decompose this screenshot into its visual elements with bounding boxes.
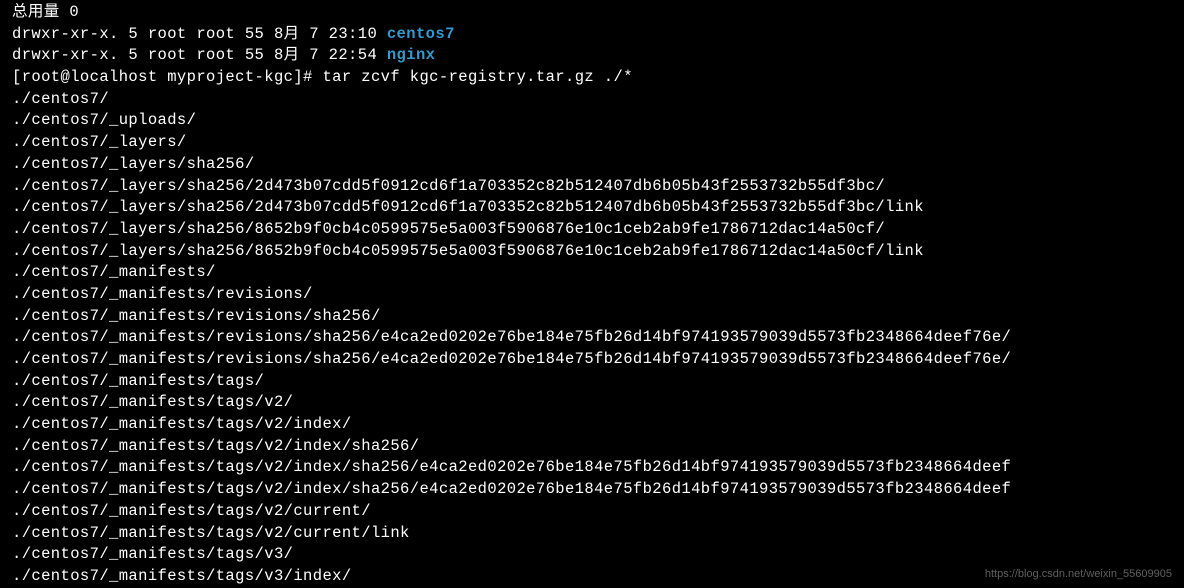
tar-output-line: ./centos7/_layers/sha256/8652b9f0cb4c059… <box>12 241 1172 263</box>
ls-permissions: drwxr-xr-x. 5 root root 55 8月 7 23:10 <box>12 25 387 43</box>
tar-output-line: ./centos7/_uploads/ <box>12 110 1172 132</box>
tar-output-line: ./centos7/ <box>12 89 1172 111</box>
tar-output-line: ./centos7/_manifests/revisions/sha256/e4… <box>12 349 1172 371</box>
tar-output-line: ./centos7/_manifests/tags/v2/index/sha25… <box>12 479 1172 501</box>
tar-output-line: ./centos7/_manifests/ <box>12 262 1172 284</box>
tar-output-line: ./centos7/_manifests/tags/v2/ <box>12 392 1172 414</box>
tar-output-line: ./centos7/_layers/sha256/8652b9f0cb4c059… <box>12 219 1172 241</box>
tar-output-line: ./centos7/_manifests/tags/v2/index/sha25… <box>12 457 1172 479</box>
terminal-output[interactable]: 总用量 0 drwxr-xr-x. 5 root root 55 8月 7 23… <box>12 2 1172 588</box>
tar-output-line: ./centos7/_manifests/tags/v2/current/lin… <box>12 523 1172 545</box>
ls-row-centos7: drwxr-xr-x. 5 root root 55 8月 7 23:10 ce… <box>12 24 1172 46</box>
command-line: [root@localhost myproject-kgc]# tar zcvf… <box>12 67 1172 89</box>
tar-output-line: ./centos7/_manifests/tags/v3/ <box>12 544 1172 566</box>
tar-output-line: ./centos7/_manifests/tags/v2/index/sha25… <box>12 436 1172 458</box>
tar-output-line: ./centos7/_manifests/revisions/sha256/e4… <box>12 327 1172 349</box>
tar-output-line: ./centos7/_layers/sha256/2d473b07cdd5f09… <box>12 197 1172 219</box>
tar-output-line: ./centos7/_layers/ <box>12 132 1172 154</box>
ls-permissions: drwxr-xr-x. 5 root root 55 8月 7 22:54 <box>12 46 387 64</box>
tar-output-line: ./centos7/_manifests/tags/ <box>12 371 1172 393</box>
watermark-text: https://blog.csdn.net/weixin_55609905 <box>985 567 1172 582</box>
tar-output-line: ./centos7/_manifests/revisions/ <box>12 284 1172 306</box>
shell-prompt: [root@localhost myproject-kgc]# <box>12 68 322 86</box>
tar-output-line: ./centos7/_layers/sha256/ <box>12 154 1172 176</box>
tar-output-line: ./centos7/_manifests/revisions/sha256/ <box>12 306 1172 328</box>
ls-row-nginx: drwxr-xr-x. 5 root root 55 8月 7 22:54 ng… <box>12 45 1172 67</box>
directory-name: centos7 <box>387 25 455 43</box>
total-line: 总用量 0 <box>12 2 1172 24</box>
directory-name: nginx <box>387 46 436 64</box>
tar-output-line: ./centos7/_manifests/tags/v2/index/ <box>12 414 1172 436</box>
tar-output-line: ./centos7/_manifests/tags/v2/current/ <box>12 501 1172 523</box>
tar-command: tar zcvf kgc-registry.tar.gz ./* <box>322 68 632 86</box>
tar-output-line: ./centos7/_layers/sha256/2d473b07cdd5f09… <box>12 176 1172 198</box>
